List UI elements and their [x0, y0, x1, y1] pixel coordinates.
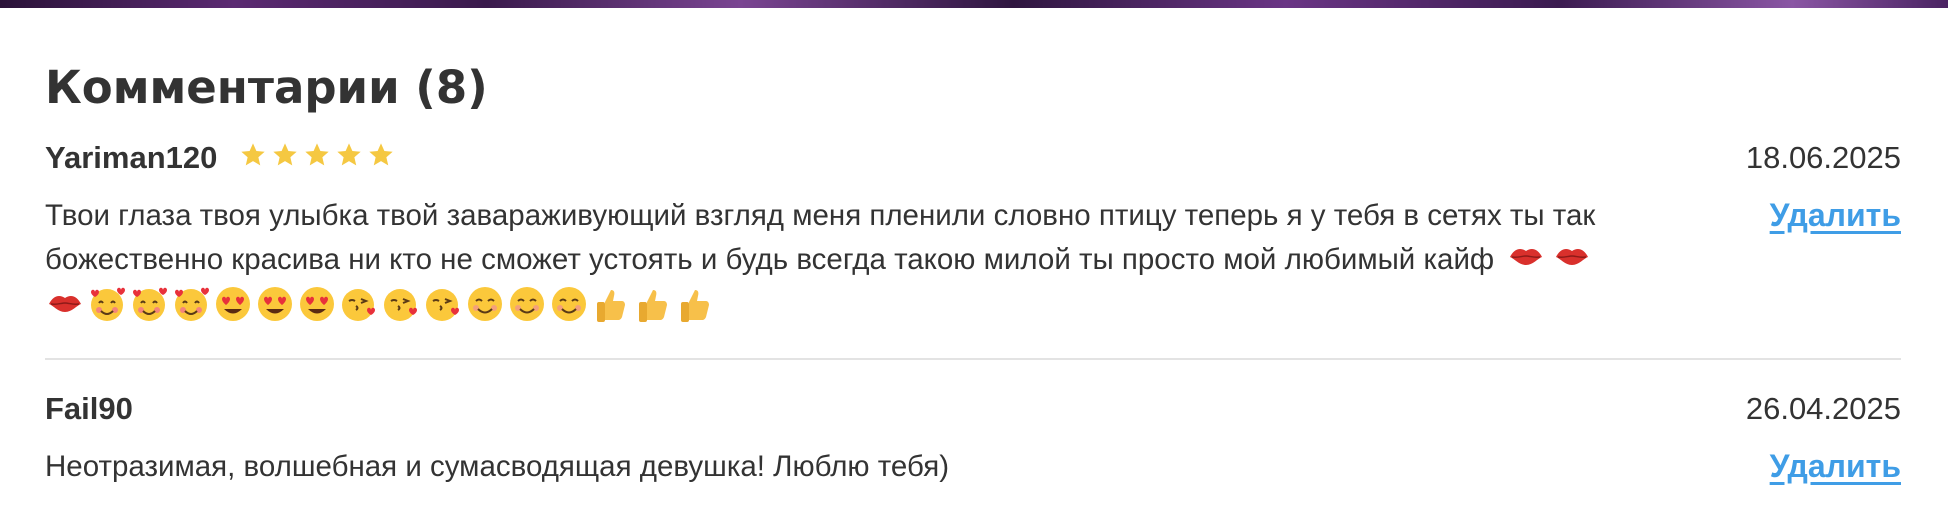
heart-eyes-icon — [216, 287, 250, 322]
comment-message: Неотразимая, волшебная и сумасводящая де… — [45, 450, 950, 483]
comment-date: 18.06.2025 — [1745, 140, 1901, 175]
kiss-lips-icon — [49, 296, 81, 313]
comment-text: Неотразимая, волшебная и сумасводящая де… — [45, 445, 1730, 488]
delete-comment-link[interactable]: Удалить — [1770, 194, 1901, 237]
star-icon — [273, 143, 297, 166]
star-icon — [305, 143, 329, 166]
smiling-face-icon — [510, 287, 544, 322]
comments-card: Комментарии (8) Yariman120 18.06.2025 Тв… — [0, 8, 1948, 522]
comments-title: Комментарии (8) — [45, 61, 488, 114]
emoji-group — [1494, 243, 1594, 276]
star-icon — [369, 143, 393, 166]
thumbs-up-icon — [639, 290, 667, 323]
comment-divider — [45, 358, 1901, 360]
star-icon — [337, 143, 361, 166]
smiling-face-with-hearts-icon — [91, 287, 125, 322]
smiling-face-icon — [468, 287, 502, 322]
comment-text: Твои глаза твоя улыбка твой завараживующ… — [45, 194, 1730, 324]
smiling-face-with-hearts-icon — [175, 287, 209, 322]
top-banner-strip — [0, 0, 1948, 8]
heart-eyes-icon — [300, 287, 334, 322]
face-blowing-kiss-icon — [426, 289, 459, 322]
smiling-face-with-hearts-icon — [133, 287, 167, 322]
comment-message: Твои глаза твоя улыбка твой завараживующ… — [45, 199, 1596, 276]
comment-author: Fail90 — [45, 391, 133, 426]
thumbs-up-icon — [681, 290, 709, 323]
comment-item: Fail90 26.04.2025 Неотразимая, волшебная… — [45, 383, 1901, 522]
rating-stars — [239, 141, 395, 173]
thumbs-up-icon — [597, 290, 625, 323]
emoji-row — [45, 281, 1730, 324]
comment-item: Yariman120 18.06.2025 Твои глаза твоя ул… — [45, 132, 1901, 360]
smiling-face-icon — [552, 287, 586, 322]
comment-author: Yariman120 — [45, 140, 218, 175]
kiss-lips-icon — [1556, 249, 1589, 265]
face-blowing-kiss-icon — [342, 289, 375, 322]
kiss-lips-icon — [1510, 249, 1543, 265]
star-icon — [241, 143, 265, 166]
heart-eyes-icon — [258, 287, 292, 322]
face-blowing-kiss-icon — [384, 289, 417, 322]
comment-date: 26.04.2025 — [1745, 391, 1901, 426]
delete-comment-link[interactable]: Удалить — [1770, 445, 1901, 488]
